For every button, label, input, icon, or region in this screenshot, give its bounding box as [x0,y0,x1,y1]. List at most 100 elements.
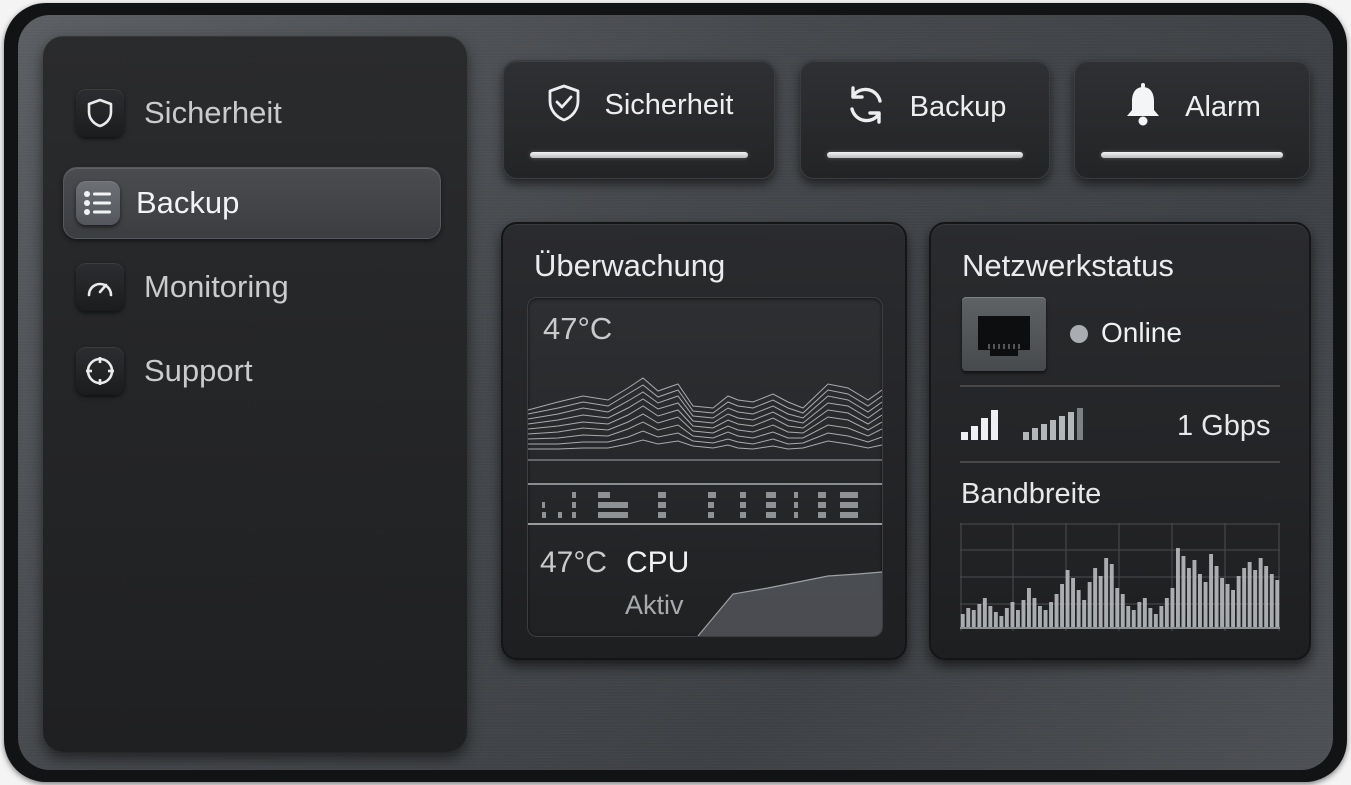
bandwidth-bar [1159,606,1164,628]
bandwidth-bar [1065,570,1070,628]
bandwidth-title: Bandbreite [961,478,1102,510]
sidebar-item-monitoring[interactable]: Monitoring [63,252,439,322]
bandwidth-bar [1104,558,1109,628]
sidebar-item-label: Backup [136,185,240,220]
bandwidth-bar [1203,582,1208,628]
bandwidth-bar [1187,568,1191,628]
bandwidth-bar [1021,600,1026,628]
bandwidth-bar [1236,576,1241,628]
bandwidth-bar [1027,588,1031,628]
monitoring-title: Überwachung [534,248,726,283]
bandwidth-bar [1093,568,1098,628]
network-status: Online [1101,317,1182,348]
bandwidth-bar [977,604,982,628]
bandwidth-bar [1054,594,1059,628]
list-icon [76,181,120,225]
bandwidth-bar [1109,564,1114,628]
sidebar: Sicherheit Backup Monitoring Support [43,36,467,752]
alarm-button-label: Alarm [1185,91,1261,123]
screen: Sicherheit Backup Monitoring Support Sic… [18,15,1333,770]
bandwidth-bar [1225,584,1230,628]
bandwidth-bar [1004,608,1009,628]
bandwidth-bar [1242,568,1247,628]
indicator-bar [530,152,748,158]
bandwidth-bar [1181,556,1186,628]
bandwidth-bar [960,614,965,628]
bandwidth-bar [1153,614,1158,628]
bandwidth-bar [1192,560,1197,628]
bandwidth-chart [960,523,1280,631]
sicherheit-button[interactable]: Sicherheit [503,60,775,179]
bandwidth-bar [1120,594,1125,628]
bandwidth-bar [988,606,993,628]
indicator-bar [1101,152,1283,158]
alarm-button[interactable]: Alarm [1074,60,1310,179]
sidebar-item-label: Sicherheit [144,95,282,130]
status-indicator-dot [1070,325,1088,343]
temperature-waveform [528,377,882,636]
divider [960,385,1280,387]
shield-check-icon [545,83,583,128]
divider [960,461,1280,463]
bandwidth-bar [1170,588,1175,628]
bandwidth-bar [1098,576,1103,628]
bandwidth-bar [1038,606,1042,628]
bandwidth-bar [993,612,998,628]
cpu-label: CPU [626,546,690,579]
refresh-icon [844,83,888,132]
bandwidth-bar [1082,600,1087,628]
bandwidth-bar [1231,590,1235,628]
bandwidth-bar [966,608,971,628]
signal-bars-icon [1023,404,1093,449]
ethernet-port-icon [962,297,1046,371]
bandwidth-bar [971,610,976,628]
shield-icon [76,89,124,137]
bandwidth-bar [1209,554,1213,628]
monitoring-panel: Überwachung 47°C 47°C CPU Aktiv [501,222,907,660]
bandwidth-bar [1071,578,1075,628]
monitoring-chart-area: 47°C 47°C CPU Aktiv [527,297,883,637]
bandwidth-bar [1087,582,1092,628]
bandwidth-bar [1198,574,1202,628]
backup-button[interactable]: Backup [800,60,1050,179]
bandwidth-bar [1032,598,1037,628]
bandwidth-bar [999,616,1004,628]
network-title: Netzwerkstatus [962,248,1174,283]
bell-icon [1123,83,1163,132]
sidebar-item-label: Monitoring [144,269,289,304]
sicherheit-button-label: Sicherheit [604,89,734,121]
lifebuoy-icon [76,347,124,395]
bandwidth-bar [1142,598,1147,628]
bandwidth-bar [1137,602,1142,628]
bandwidth-bar [1060,584,1064,628]
bandwidth-bar [982,598,987,628]
sidebar-item-backup[interactable]: Backup [63,167,441,239]
bandwidth-bar [1264,566,1269,628]
backup-button-label: Backup [909,91,1007,123]
cpu-status: Aktiv [625,590,684,620]
bandwidth-bar [1076,590,1081,628]
sidebar-item-label: Support [144,353,253,388]
bandwidth-bar [1049,602,1053,628]
bandwidth-bar [1269,574,1274,628]
cpu-temperature-value: 47°C [540,546,608,579]
gauge-icon [76,263,124,311]
signal-strength-icon [961,404,1011,449]
bandwidth-bar [1176,548,1180,628]
bandwidth-bar [1016,610,1020,628]
network-speed: 1 Gbps [1177,410,1271,442]
bandwidth-bar [1131,610,1136,628]
indicator-bar [827,152,1023,158]
bandwidth-bar [1126,606,1131,628]
bandwidth-bar [1247,562,1252,628]
sidebar-item-sicherheit[interactable]: Sicherheit [63,78,439,148]
network-panel: Netzwerkstatus Online 1 Gbps Bandbreite [929,222,1311,660]
bandwidth-bar [1214,566,1219,628]
bandwidth-bar [1043,610,1048,628]
sidebar-item-support[interactable]: Support [63,336,439,406]
bandwidth-bar [1010,602,1015,628]
bandwidth-bar [1220,578,1224,628]
bandwidth-bar [1164,598,1169,628]
bandwidth-bar [1115,588,1120,628]
device-frame: Sicherheit Backup Monitoring Support Sic… [4,3,1347,782]
